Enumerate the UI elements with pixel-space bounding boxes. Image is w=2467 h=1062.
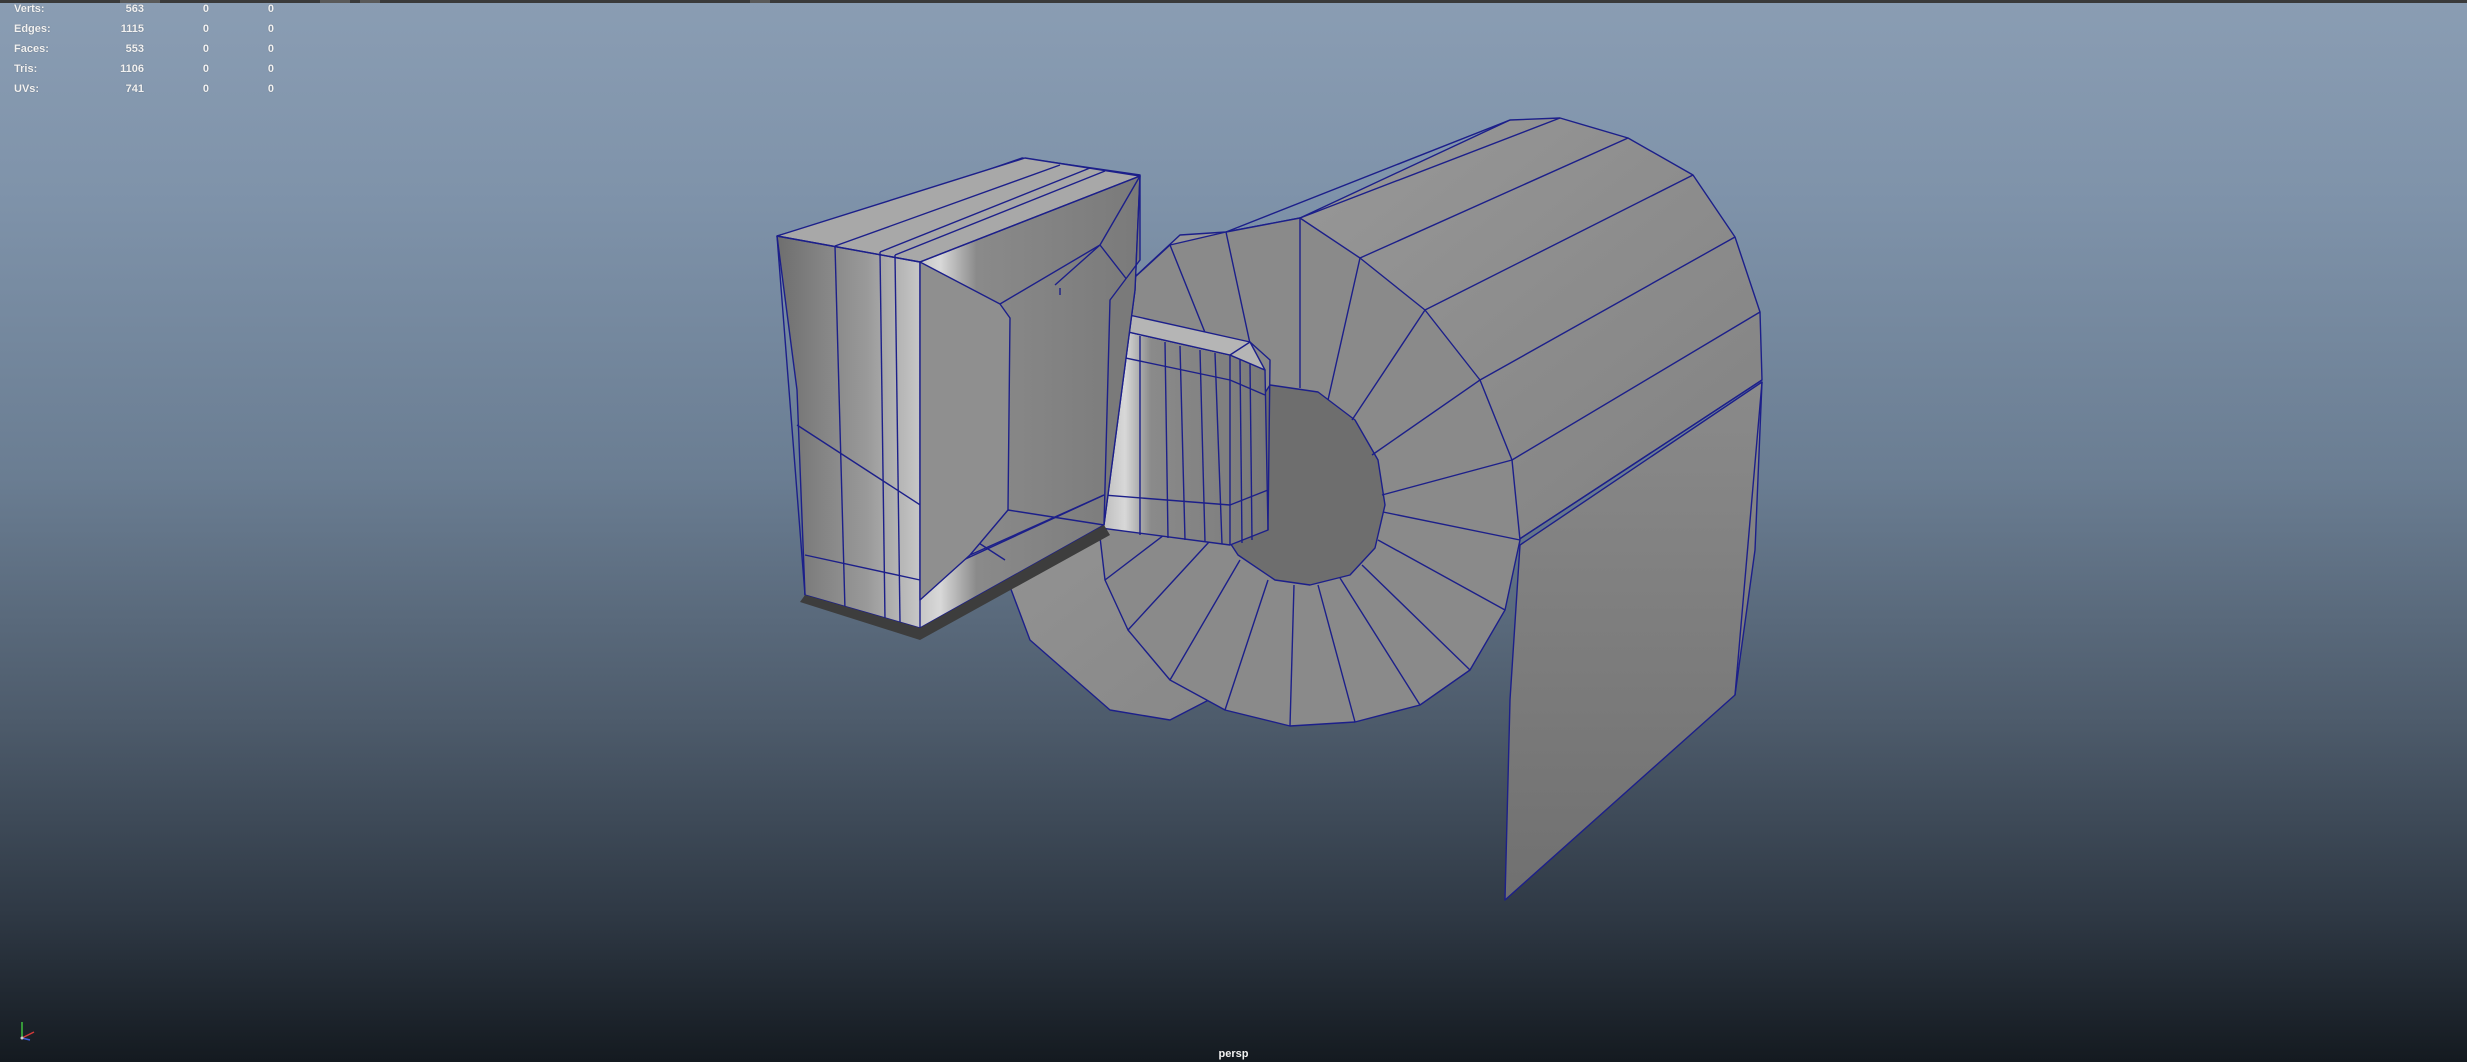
- hud-label: Faces:: [14, 43, 49, 55]
- hud-value: 0: [267, 83, 274, 95]
- hud-label: UVs:: [14, 83, 40, 95]
- hud-row-verts: Verts: 563 0 0: [14, 3, 274, 23]
- hud-value: 741: [125, 83, 144, 95]
- hud-value: 0: [202, 63, 209, 75]
- poly-count-hud: Verts: 563 0 0 Edges: 1115 0 0 Faces: 55…: [14, 3, 274, 103]
- hud-value: 0: [202, 3, 209, 15]
- hud-value: 0: [202, 23, 209, 35]
- hud-row-edges: Edges: 1115 0 0: [14, 23, 274, 43]
- hud-value: 0: [267, 3, 274, 15]
- hud-row-faces: Faces: 553 0 0: [14, 43, 274, 63]
- hud-value: 0: [267, 63, 274, 75]
- mesh-model[interactable]: [0, 0, 2467, 1062]
- axis-gizmo-icon: [20, 1022, 35, 1041]
- hud-label: Tris:: [14, 63, 38, 75]
- hud-label: Verts:: [14, 3, 45, 15]
- hud-value: 0: [202, 83, 209, 95]
- hud-value: 0: [267, 23, 274, 35]
- hud-row-tris: Tris: 1106 0 0: [14, 63, 274, 83]
- hud-value: 1115: [120, 23, 144, 35]
- hud-row-uvs: UVs: 741 0 0: [14, 83, 274, 103]
- hud-label: Edges:: [14, 23, 51, 35]
- hud-value: 0: [202, 43, 209, 55]
- perspective-viewport[interactable]: Verts: 563 0 0 Edges: 1115 0 0 Faces: 55…: [0, 0, 2467, 1062]
- hud-value: 553: [125, 43, 144, 55]
- camera-name-label: persp: [1218, 1048, 1249, 1060]
- hud-value: 0: [267, 43, 274, 55]
- hud-value: 1106: [120, 63, 144, 75]
- hud-value: 563: [125, 3, 144, 15]
